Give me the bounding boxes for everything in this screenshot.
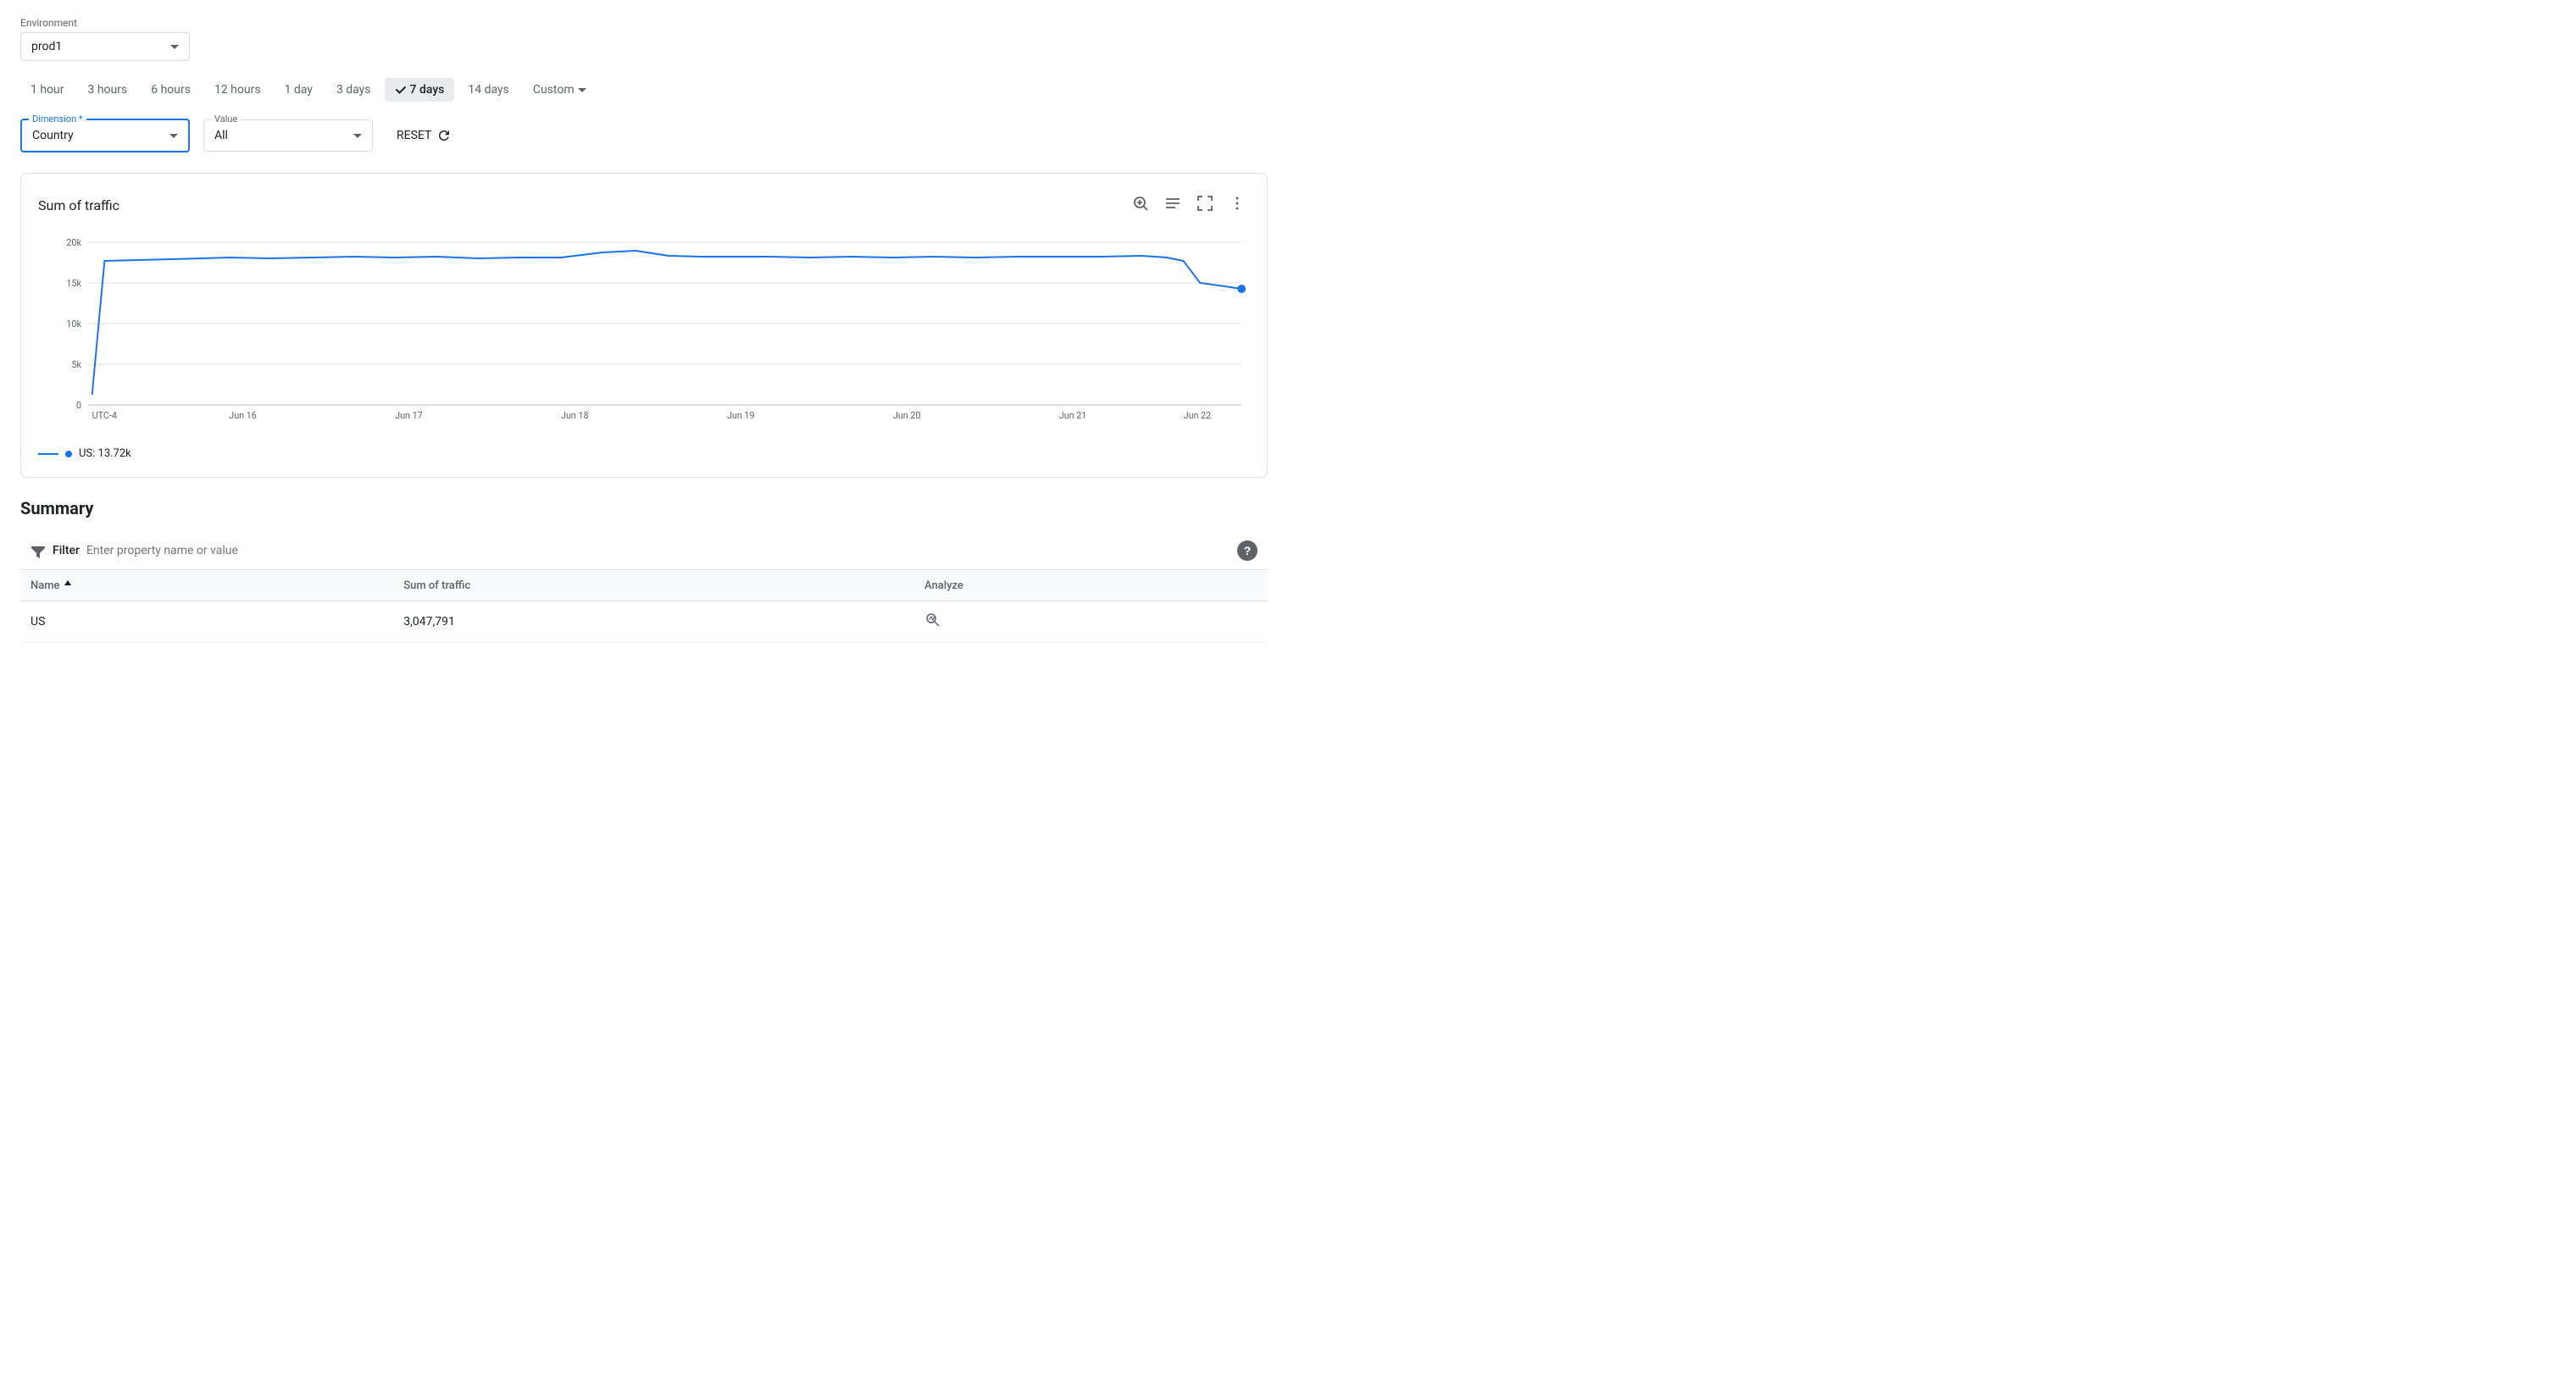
sort-asc-icon xyxy=(63,579,73,589)
legend-label: US: 13.72k xyxy=(79,447,131,460)
value-field-label: Value xyxy=(211,114,241,125)
time-btn-6h[interactable]: 6 hours xyxy=(141,78,201,102)
cell-sum-traffic: 3,047,791 xyxy=(393,601,914,643)
time-btn-3h[interactable]: 3 hours xyxy=(78,78,138,102)
summary-title: Summary xyxy=(20,498,1268,518)
col-name[interactable]: Name xyxy=(20,570,393,601)
fullscreen-button[interactable] xyxy=(1192,191,1218,220)
more-button[interactable] xyxy=(1224,191,1250,220)
chevron-down-icon xyxy=(578,88,586,92)
legend-button[interactable] xyxy=(1160,191,1185,220)
cell-analyze[interactable] xyxy=(914,601,1268,643)
analyze-icon[interactable] xyxy=(924,612,941,629)
table-row: US 3,047,791 xyxy=(20,601,1268,643)
dimension-field-label: Dimension * xyxy=(29,114,86,125)
time-btn-1h[interactable]: 1 hour xyxy=(20,78,75,102)
value-selected: All xyxy=(214,129,228,142)
filter-icon xyxy=(31,543,46,558)
environment-selector[interactable]: prod1 xyxy=(20,32,190,61)
svg-text:Jun 21: Jun 21 xyxy=(1059,410,1087,421)
time-range-bar: 1 hour 3 hours 6 hours 12 hours 1 day 3 … xyxy=(20,78,1268,102)
chart-card: Sum of traffic xyxy=(20,173,1268,478)
chart-legend: US: 13.72k xyxy=(38,447,1250,460)
chart-header: Sum of traffic xyxy=(38,191,1250,220)
svg-text:5k: 5k xyxy=(71,359,81,370)
reset-button[interactable]: RESET xyxy=(386,121,462,150)
env-label: Environment xyxy=(20,17,1268,29)
cell-name: US xyxy=(20,601,393,643)
summary-table: Name Sum of traffic Analyze US 3,047,791 xyxy=(20,570,1268,643)
time-btn-custom[interactable]: Custom xyxy=(523,78,597,102)
svg-text:15k: 15k xyxy=(66,278,81,289)
dimension-value: Country xyxy=(32,129,74,142)
svg-text:Jun 20: Jun 20 xyxy=(893,410,921,421)
time-btn-12h[interactable]: 12 hours xyxy=(204,78,271,102)
env-value: prod1 xyxy=(31,40,62,53)
refresh-icon xyxy=(436,128,452,143)
summary-section: Summary Filter ? Name Sum of traffic xyxy=(20,498,1268,643)
time-btn-14d[interactable]: 14 days xyxy=(458,78,519,102)
value-dropdown[interactable]: Value All xyxy=(203,119,373,152)
svg-text:Jun 19: Jun 19 xyxy=(727,410,755,421)
filters-row: Dimension * Country Value All RESET xyxy=(20,119,1268,152)
summary-filter-bar: Filter ? xyxy=(20,532,1268,570)
reset-label: RESET xyxy=(397,129,431,142)
zoom-button[interactable] xyxy=(1128,191,1153,220)
help-button[interactable]: ? xyxy=(1237,540,1257,561)
filter-label: Filter xyxy=(53,544,80,557)
chart-title: Sum of traffic xyxy=(38,197,119,213)
svg-text:Jun 16: Jun 16 xyxy=(229,410,257,421)
dimension-dropdown[interactable]: Dimension * Country xyxy=(20,119,190,152)
filter-input[interactable] xyxy=(86,544,1230,557)
legend-line xyxy=(38,453,58,455)
chart-svg: 20k 15k 10k 5k 0 UTC-4 Jun 16 Jun 17 Jun… xyxy=(38,234,1250,437)
chevron-down-icon xyxy=(169,134,178,138)
chart-area: 20k 15k 10k 5k 0 UTC-4 Jun 16 Jun 17 Jun… xyxy=(38,234,1250,437)
legend-dot xyxy=(65,451,72,457)
svg-text:20k: 20k xyxy=(66,237,81,248)
svg-text:10k: 10k xyxy=(66,319,81,330)
svg-text:Jun 22: Jun 22 xyxy=(1184,410,1212,421)
col-sum-traffic: Sum of traffic xyxy=(393,570,914,601)
svg-text:Jun 18: Jun 18 xyxy=(561,410,589,421)
chevron-down-icon xyxy=(170,45,179,49)
chart-actions xyxy=(1128,191,1250,220)
col-analyze: Analyze xyxy=(914,570,1268,601)
checkmark-icon xyxy=(395,84,407,96)
svg-text:0: 0 xyxy=(76,400,81,411)
svg-text:Jun 17: Jun 17 xyxy=(395,410,423,421)
svg-text:UTC-4: UTC-4 xyxy=(92,410,117,421)
time-btn-7d[interactable]: 7 days xyxy=(385,78,455,102)
chevron-down-icon xyxy=(353,134,362,138)
time-btn-1d[interactable]: 1 day xyxy=(275,78,323,102)
time-btn-3d[interactable]: 3 days xyxy=(326,78,381,102)
